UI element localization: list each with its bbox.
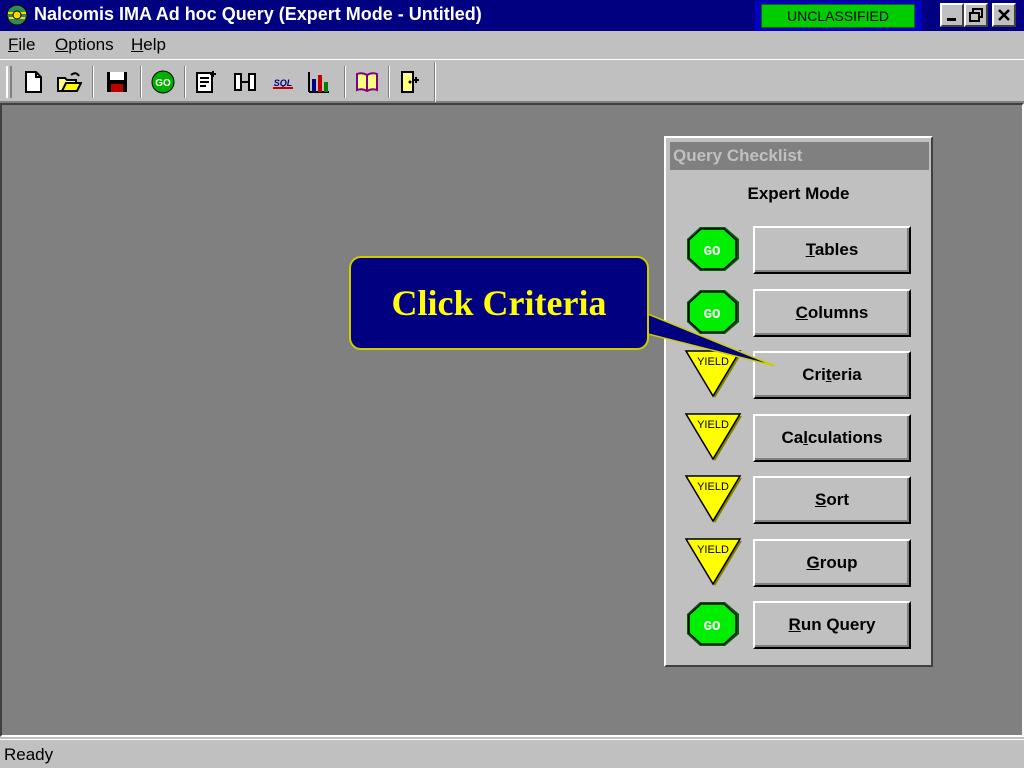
- toolbar-separator: [184, 66, 186, 98]
- toolbar-separator: [344, 66, 346, 98]
- calculations-button[interactable]: Calculations: [753, 414, 911, 462]
- go-sign-icon: GO: [687, 602, 739, 646]
- panel-title[interactable]: Query Checklist: [670, 142, 929, 170]
- toolbar: GO SQL: [0, 59, 1024, 103]
- yield-sign-icon: YIELD: [684, 413, 742, 461]
- yield-sign-label: YIELD: [697, 419, 729, 431]
- minimize-icon: [947, 18, 956, 21]
- toolbar-grip[interactable]: [6, 66, 12, 98]
- run-query-button[interactable]: Run Query: [753, 601, 911, 649]
- go-icon[interactable]: GO: [150, 69, 176, 95]
- yield-sign-icon: YIELD: [684, 538, 742, 586]
- join-icon[interactable]: [232, 69, 258, 95]
- query-checklist-panel: Query Checklist Expert Mode GO Tables GO Co…: [664, 136, 933, 667]
- yield-sign-icon: YIELD: [684, 350, 742, 398]
- columns-button[interactable]: Columns: [753, 289, 911, 337]
- yield-sign-label: YIELD: [697, 544, 729, 556]
- toolbar-separator: [92, 66, 94, 98]
- menu-file[interactable]: File: [8, 35, 35, 55]
- sort-button[interactable]: Sort: [753, 476, 911, 524]
- tables-button[interactable]: Tables: [753, 226, 911, 274]
- menu-bar: File Options Help: [0, 31, 1024, 59]
- svg-text:GO: GO: [155, 78, 171, 89]
- exit-door-icon[interactable]: [398, 69, 424, 95]
- go-sign-icon: GO: [687, 227, 739, 271]
- group-button[interactable]: Group: [753, 539, 911, 587]
- minimize-button[interactable]: [940, 3, 964, 27]
- menu-help[interactable]: Help: [131, 35, 166, 55]
- yield-sign-icon: YIELD: [684, 475, 742, 523]
- go-sign-label: GO: [704, 619, 721, 635]
- sql-icon[interactable]: SQL: [270, 69, 296, 95]
- svg-text:SQL: SQL: [274, 78, 293, 88]
- edit-sheet-icon[interactable]: [194, 69, 220, 95]
- status-text: Ready: [4, 745, 54, 764]
- criteria-button[interactable]: Criteria: [753, 351, 911, 399]
- status-bar: Ready: [0, 739, 1024, 768]
- toolbar-separator: [140, 66, 142, 98]
- book-icon[interactable]: [354, 69, 380, 95]
- go-sign-label: GO: [704, 244, 721, 260]
- go-sign-label: GO: [704, 307, 721, 323]
- go-sign-icon: GO: [687, 290, 739, 334]
- save-disk-icon[interactable]: [104, 69, 130, 95]
- toolbar-end-separator: [434, 62, 436, 102]
- yield-sign-label: YIELD: [697, 481, 729, 493]
- new-document-icon[interactable]: [20, 69, 46, 95]
- yield-sign-label: YIELD: [697, 356, 729, 368]
- toolbar-separator: [388, 66, 390, 98]
- restore-button[interactable]: [964, 3, 988, 27]
- app-globe-icon: [6, 4, 28, 26]
- restore-icon: [969, 8, 983, 22]
- window-title: Nalcomis IMA Ad hoc Query (Expert Mode -…: [34, 4, 482, 24]
- menu-options[interactable]: Options: [55, 35, 114, 55]
- chart-icon[interactable]: [306, 69, 332, 95]
- mode-label: Expert Mode: [747, 184, 850, 203]
- instruction-callout: Click Criteria: [349, 256, 649, 350]
- open-folder-icon[interactable]: [56, 69, 82, 95]
- close-icon: [998, 9, 1010, 21]
- close-button[interactable]: [992, 3, 1016, 27]
- classification-badge: UNCLASSIFIED: [761, 4, 915, 28]
